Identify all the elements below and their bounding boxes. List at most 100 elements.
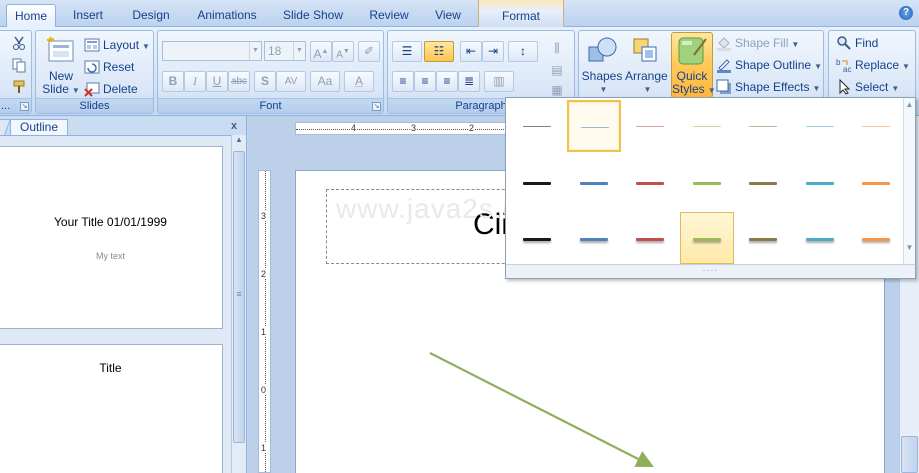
- quick-style-option[interactable]: [567, 212, 621, 264]
- tab-view[interactable]: View: [428, 4, 468, 27]
- shape-outline-button[interactable]: Shape Outline ▼: [715, 55, 822, 75]
- shape-effects-button[interactable]: Shape Effects ▼: [715, 77, 820, 97]
- find-button[interactable]: Find: [835, 33, 878, 53]
- grow-font-button[interactable]: A▲: [310, 41, 332, 62]
- quick-style-option[interactable]: [849, 100, 903, 152]
- cut-icon[interactable]: [11, 35, 27, 51]
- copy-icon[interactable]: [11, 57, 27, 73]
- quick-style-option[interactable]: [510, 100, 564, 152]
- font-size-field[interactable]: 18 ▼: [264, 41, 306, 61]
- font-name-dropdown-icon[interactable]: ▼: [249, 42, 261, 60]
- quick-style-option[interactable]: [566, 100, 621, 152]
- align-right-button[interactable]: ≡: [436, 71, 458, 92]
- new-slide-button[interactable]: New Slide ▼: [40, 33, 82, 97]
- quick-style-option[interactable]: [793, 156, 847, 208]
- quick-style-line-sample: [636, 126, 664, 127]
- character-spacing-button[interactable]: AV: [276, 71, 306, 92]
- editor-scroll-thumb[interactable]: [901, 436, 918, 473]
- font-name-field[interactable]: ▼: [162, 41, 262, 61]
- quick-style-option[interactable]: [623, 212, 677, 264]
- quick-style-option[interactable]: [680, 156, 734, 208]
- gallery-scrollbar[interactable]: ▲ ▼: [903, 98, 915, 264]
- quick-styles-gallery: ▲ ▼ ····: [505, 97, 916, 279]
- quick-style-line-sample: [692, 126, 721, 127]
- slide-thumbnail-1[interactable]: Your Title 01/01/1999 My text: [0, 146, 223, 329]
- select-button[interactable]: Select ▼: [835, 77, 899, 97]
- font-size-dropdown-icon[interactable]: ▼: [293, 42, 305, 60]
- align-left-button[interactable]: ≡: [392, 71, 414, 92]
- clear-formatting-button[interactable]: ✐: [358, 41, 380, 62]
- quick-style-option[interactable]: [623, 156, 677, 208]
- delete-button[interactable]: Delete: [83, 79, 138, 99]
- quick-style-option[interactable]: [510, 212, 564, 264]
- quick-style-option[interactable]: [736, 212, 790, 264]
- quick-style-option[interactable]: [793, 212, 847, 264]
- scroll-up-icon[interactable]: ▲: [232, 135, 246, 144]
- font-group: ▼ 18 ▼ A▲ A▼ ✐ B I U abc S AV Aa A Font ↘: [157, 30, 384, 114]
- columns-button[interactable]: ▥: [484, 71, 514, 92]
- numbering-button[interactable]: ☷: [424, 41, 454, 62]
- help-icon[interactable]: ?: [899, 6, 913, 20]
- strikethrough-button[interactable]: abc: [228, 71, 250, 92]
- quick-style-option[interactable]: [736, 100, 790, 152]
- shapes-button[interactable]: Shapes ▼: [581, 33, 623, 96]
- tab-format[interactable]: Format: [478, 0, 564, 27]
- replace-label: Replace: [855, 58, 900, 72]
- bold-button[interactable]: B: [162, 71, 184, 92]
- quick-style-option[interactable]: [849, 212, 903, 264]
- tab-design[interactable]: Design: [124, 4, 178, 27]
- shapes-icon: [586, 35, 618, 67]
- arrange-button[interactable]: Arrange ▼: [625, 33, 668, 96]
- gallery-scroll-up-icon[interactable]: ▲: [904, 100, 915, 109]
- slide-thumbnail-2[interactable]: Title: [0, 344, 223, 473]
- tab-insert[interactable]: Insert: [62, 4, 114, 27]
- quick-style-option[interactable]: [736, 156, 790, 208]
- shrink-font-button[interactable]: A▼: [332, 41, 354, 62]
- panel-scroll-thumb[interactable]: ≡: [233, 151, 245, 443]
- shape-fill-button[interactable]: Shape Fill ▼: [715, 33, 799, 53]
- justify-button[interactable]: ≣: [458, 71, 480, 92]
- quick-style-option[interactable]: [510, 156, 564, 208]
- reset-button[interactable]: Reset: [83, 57, 134, 77]
- replace-button[interactable]: b ac Replace ▼: [835, 55, 910, 75]
- increase-indent-button[interactable]: ⇥: [482, 41, 504, 62]
- gallery-resize-grip[interactable]: ····: [506, 264, 915, 278]
- change-case-button[interactable]: Aa: [310, 71, 340, 92]
- font-color-button[interactable]: A: [344, 71, 374, 92]
- clipboard-launcher-icon[interactable]: ↘: [20, 102, 29, 111]
- quick-style-option[interactable]: [849, 156, 903, 208]
- tab-slideshow[interactable]: Slide Show: [276, 4, 350, 27]
- quick-style-option[interactable]: [567, 156, 621, 208]
- gallery-scroll-down-icon[interactable]: ▼: [904, 243, 915, 252]
- align-center-button[interactable]: ≡: [414, 71, 436, 92]
- panel-scrollbar[interactable]: ▲ ≡: [231, 135, 246, 473]
- shape-effects-label: Shape Effects: [735, 80, 810, 94]
- quick-style-line-sample: [523, 182, 551, 185]
- layout-button[interactable]: Layout ▼: [83, 35, 150, 55]
- tab-home[interactable]: Home: [6, 4, 56, 28]
- bullets-button[interactable]: ☰: [392, 41, 422, 62]
- panel-close-icon[interactable]: x: [231, 120, 237, 132]
- slide-thumbnails: Your Title 01/01/1999 My text Title: [0, 135, 231, 473]
- quick-styles-button[interactable]: Quick Styles ▼: [671, 32, 716, 98]
- tab-outline[interactable]: Outline: [10, 119, 68, 135]
- font-group-label: Font: [158, 98, 383, 113]
- format-painter-icon[interactable]: [11, 79, 27, 95]
- reset-icon: [84, 59, 100, 75]
- text-shadow-button[interactable]: S: [254, 71, 276, 92]
- align-text-button[interactable]: ▤: [544, 61, 570, 82]
- italic-button[interactable]: I: [184, 71, 206, 92]
- quick-style-option[interactable]: [623, 100, 677, 152]
- quick-style-option[interactable]: [679, 212, 734, 264]
- underline-button[interactable]: U: [206, 71, 228, 92]
- svg-text:ac: ac: [843, 65, 851, 73]
- quick-style-option[interactable]: [680, 100, 734, 152]
- line-spacing-button[interactable]: ↕: [508, 41, 538, 62]
- tab-review[interactable]: Review: [362, 4, 416, 27]
- quick-style-option[interactable]: [793, 100, 847, 152]
- font-launcher-icon[interactable]: ↘: [372, 102, 381, 111]
- text-direction-button[interactable]: ⫼: [544, 39, 570, 60]
- tab-animations[interactable]: Animations: [190, 4, 264, 27]
- ruler-v-label: 2: [261, 269, 267, 279]
- decrease-indent-button[interactable]: ⇤: [460, 41, 482, 62]
